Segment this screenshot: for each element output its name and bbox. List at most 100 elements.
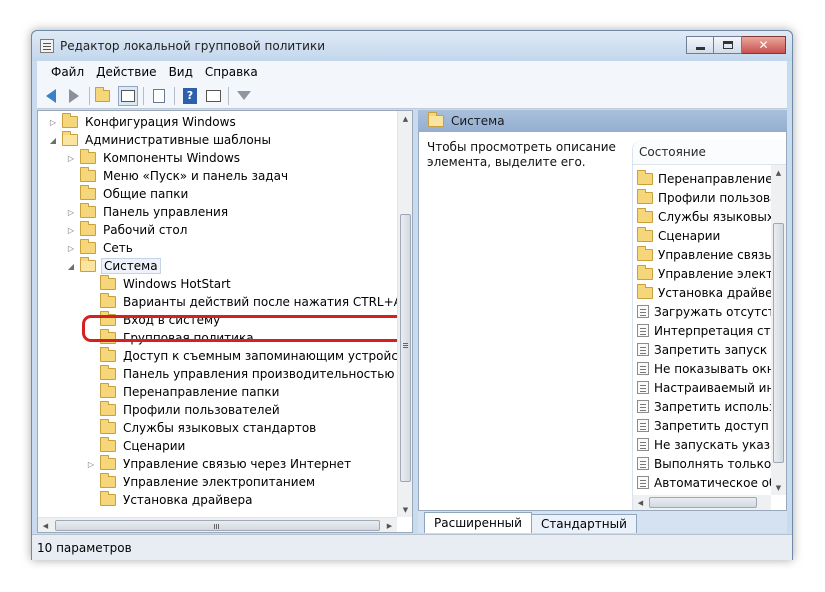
list-vertical-scrollbar[interactable]: ▲ ▼ — [771, 165, 786, 495]
expand-toggle-icon[interactable] — [86, 279, 96, 289]
folder-icon — [62, 131, 78, 146]
scroll-up-icon[interactable]: ▲ — [771, 165, 786, 180]
grip-icon — [214, 524, 215, 529]
scroll-left-icon[interactable]: ◀ — [38, 518, 53, 532]
expand-toggle-icon[interactable] — [86, 351, 96, 361]
export-list-button[interactable] — [149, 86, 169, 106]
tree-vertical-scrollbar[interactable]: ▲ ▼ — [397, 111, 412, 517]
tree-horizontal-scrollbar[interactable]: ◀ ▶ — [38, 517, 397, 532]
list-item[interactable]: Запретить запуск из с — [637, 340, 786, 359]
back-button[interactable] — [41, 86, 61, 106]
expand-toggle-icon[interactable] — [86, 477, 96, 487]
help-button[interactable]: ? — [180, 86, 200, 106]
expand-toggle-icon[interactable]: ◢ — [48, 135, 58, 145]
tree-item-label: Панель управления — [103, 205, 229, 219]
tree-item[interactable]: ▷ Управление связью через Интернет — [86, 455, 353, 473]
expand-toggle-icon[interactable] — [86, 423, 96, 433]
expand-toggle-icon[interactable]: ▷ — [66, 153, 76, 163]
expand-toggle-icon[interactable] — [86, 297, 96, 307]
tree-item[interactable]: Меню «Пуск» и панель задач — [66, 167, 290, 185]
scroll-thumb[interactable] — [400, 214, 411, 482]
filter-button[interactable] — [234, 86, 254, 106]
up-level-button[interactable] — [95, 86, 115, 106]
expand-toggle-icon[interactable] — [86, 369, 96, 379]
column-header-state[interactable]: Состояние — [633, 140, 786, 165]
expand-toggle-icon[interactable] — [86, 405, 96, 415]
tree-item[interactable]: ◢ Административные шаблоны — [48, 131, 273, 149]
expand-toggle-icon[interactable]: ▷ — [66, 243, 76, 253]
forward-button[interactable] — [64, 86, 84, 106]
close-button[interactable]: ✕ — [742, 36, 786, 54]
tree-item[interactable]: Общие папки — [66, 185, 190, 203]
tree-item[interactable]: Варианты действий после нажатия CTRL+ALT… — [86, 293, 397, 311]
menu-action[interactable]: Действие — [90, 65, 162, 79]
tree-item[interactable]: Профили пользователей — [86, 401, 282, 419]
tab-standard[interactable]: Стандартный — [530, 514, 637, 533]
expand-toggle-icon[interactable]: ▷ — [48, 117, 58, 127]
folder-icon — [80, 149, 96, 164]
tree-item[interactable]: Панель управления производительностью — [86, 365, 396, 383]
scroll-left-icon[interactable]: ◀ — [633, 495, 648, 510]
list-item[interactable]: Запретить доступ к ср — [637, 416, 786, 435]
list-item[interactable]: Профили пользовате — [637, 188, 786, 207]
expand-toggle-icon[interactable]: ▷ — [86, 459, 96, 469]
tree-item[interactable]: ▷ Панель управления — [66, 203, 230, 221]
maximize-button[interactable] — [714, 36, 742, 54]
list-item[interactable]: Установка драйвера — [637, 283, 786, 302]
policy-setting-icon — [637, 343, 649, 356]
menu-view[interactable]: Вид — [163, 65, 199, 79]
extended-view-button[interactable] — [203, 86, 223, 106]
scroll-down-icon[interactable]: ▼ — [771, 480, 786, 495]
expand-toggle-icon[interactable] — [66, 171, 76, 181]
list-item[interactable]: Автоматическое обн — [637, 473, 784, 492]
scroll-thumb[interactable] — [55, 520, 380, 531]
folder-icon — [80, 185, 96, 200]
list-item[interactable]: Управление связью ч — [637, 245, 786, 264]
tree-item[interactable]: ▷ Компоненты Windows — [66, 149, 242, 167]
export-list-icon — [153, 88, 165, 103]
tree-item[interactable]: ▷ Рабочий стол — [66, 221, 189, 239]
scroll-down-icon[interactable]: ▼ — [398, 502, 412, 517]
list-item[interactable]: Перенаправление папк — [637, 169, 786, 188]
expand-toggle-icon[interactable] — [86, 495, 96, 505]
list-item[interactable]: Службы языковых ст — [637, 207, 786, 226]
expand-toggle-icon[interactable] — [86, 387, 96, 397]
tree-item[interactable]: Установка драйвера — [86, 491, 254, 509]
list-horizontal-scrollbar[interactable]: ◀ — [633, 495, 771, 510]
scroll-right-icon[interactable]: ▶ — [382, 518, 397, 532]
list-item[interactable]: Выполнять только ук — [637, 454, 786, 473]
show-hide-tree-button[interactable] — [118, 85, 138, 106]
list-item[interactable]: Интерпретация столе — [637, 321, 786, 340]
tree-item[interactable]: Windows HotStart — [86, 275, 233, 293]
tree-item[interactable]: Доступ к съемным запоминающим устройства… — [86, 347, 397, 365]
scroll-up-icon[interactable]: ▲ — [398, 111, 412, 126]
tab-extended[interactable]: Расширенный — [424, 512, 532, 533]
tree-item[interactable]: Перенаправление папки — [86, 383, 281, 401]
title-bar[interactable]: Редактор локальной групповой политики ✕ — [32, 31, 792, 61]
expand-toggle-icon[interactable]: ▷ — [66, 225, 76, 235]
list-item[interactable]: Запретить использов — [637, 397, 786, 416]
list-item[interactable]: Управление электро — [637, 264, 786, 283]
list-item[interactable]: Сценарии — [637, 226, 720, 245]
list-item[interactable]: Не показывать окно п — [637, 359, 786, 378]
tree-item[interactable]: ◢ Система — [66, 257, 161, 275]
tree-item[interactable]: Управление электропитанием — [86, 473, 317, 491]
tree-item-label: Панель управления производительностью — [123, 367, 395, 381]
tree-item[interactable]: Сценарии — [86, 437, 187, 455]
tree-item[interactable]: ▷ Конфигурация Windows — [48, 113, 238, 131]
scroll-thumb[interactable] — [649, 497, 757, 508]
tree-item[interactable]: ▷ Сеть — [66, 239, 135, 257]
list-item[interactable]: Не запускать указанн — [637, 435, 786, 454]
scroll-thumb[interactable] — [773, 223, 784, 463]
expand-toggle-icon[interactable]: ▷ — [66, 207, 76, 217]
list-item[interactable]: Загружать отсутству — [637, 302, 786, 321]
expand-toggle-icon[interactable] — [66, 189, 76, 199]
menu-file[interactable]: Файл — [45, 65, 90, 79]
minimize-button[interactable] — [686, 36, 714, 54]
expand-toggle-icon[interactable] — [86, 441, 96, 451]
menu-help[interactable]: Справка — [199, 65, 264, 79]
tree-item[interactable]: Службы языковых стандартов — [86, 419, 318, 437]
expand-toggle-icon[interactable]: ◢ — [66, 261, 76, 271]
list-item[interactable]: Настраиваемый инте — [637, 378, 786, 397]
toolbar-separator — [228, 86, 229, 105]
